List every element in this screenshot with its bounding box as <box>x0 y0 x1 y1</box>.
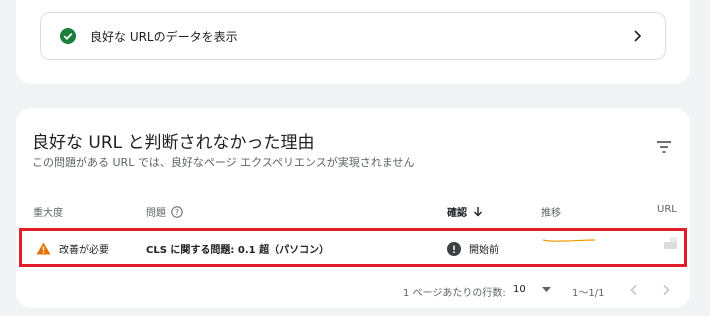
url-list-icon[interactable] <box>664 237 677 249</box>
dropdown-arrow-icon <box>541 287 551 292</box>
good-urls-card: 良好な URLのデータを表示 <box>16 0 690 84</box>
page-range: 1〜1/1 <box>572 288 605 299</box>
table-row[interactable]: 改善が必要 CLS に関する問題: 0.1 超（パソコン） 開始前 <box>19 228 687 267</box>
section-subtitle: この問題がある URL では、良好なページ エクスペリエンスが実現されません <box>32 156 415 169</box>
warning-icon <box>36 242 51 255</box>
rows-per-page-select[interactable]: 10 <box>513 284 551 295</box>
severity-label: 改善が必要 <box>59 245 109 256</box>
column-header-validation[interactable]: 確認 <box>447 204 483 219</box>
column-header-issue: 問題 ? <box>146 204 183 219</box>
view-good-urls-button[interactable]: 良好な URLのデータを表示 <box>40 12 666 60</box>
help-icon[interactable]: ? <box>171 205 183 218</box>
poor-urls-reasons-card: 良好な URL と判断されなかった理由 この問題がある URL では、良好なペー… <box>16 108 690 308</box>
column-header-severity: 重大度 <box>33 208 63 219</box>
validation-label: 開始前 <box>469 245 499 256</box>
rows-per-page-label: 1 ページあたりの行数: <box>403 288 506 299</box>
exclamation-circle-icon <box>447 241 461 256</box>
severity-cell: 改善が必要 <box>36 241 109 256</box>
trend-sparkline <box>543 239 595 242</box>
column-header-issue-label: 問題 <box>146 208 166 219</box>
column-header-url: URL <box>657 204 677 215</box>
svg-text:?: ? <box>175 207 179 216</box>
column-header-trend: 推移 <box>541 208 561 219</box>
validation-cell: 開始前 <box>447 241 499 256</box>
column-header-validation-label: 確認 <box>447 208 467 219</box>
view-good-urls-label: 良好な URLのデータを表示 <box>90 29 238 44</box>
next-page-button[interactable] <box>661 284 671 296</box>
previous-page-button[interactable] <box>629 284 639 296</box>
chevron-right-icon <box>631 29 643 43</box>
rows-per-page-value: 10 <box>513 284 526 295</box>
arrow-down-icon <box>473 206 483 217</box>
filter-icon[interactable] <box>656 140 672 154</box>
check-circle-icon <box>60 28 76 44</box>
section-title: 良好な URL と判断されなかった理由 <box>32 133 315 153</box>
chevron-right-icon <box>661 284 671 296</box>
chevron-left-icon <box>629 284 639 296</box>
issue-label: CLS に関する問題: 0.1 超（パソコン） <box>146 245 330 256</box>
